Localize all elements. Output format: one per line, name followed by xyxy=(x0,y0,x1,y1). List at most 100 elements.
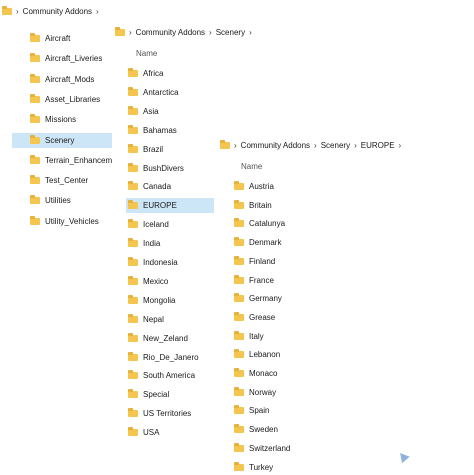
folder-item[interactable]: Catalunya xyxy=(232,216,374,231)
breadcrumb-community-addons[interactable]: Community Addons xyxy=(23,7,92,16)
folder-item[interactable]: Austria xyxy=(232,179,374,194)
breadcrumb: › Community Addons › Scenery › xyxy=(115,25,256,39)
folder-item[interactable]: Germany xyxy=(232,291,374,306)
folder-label: Bahamas xyxy=(143,125,177,135)
folder-item[interactable]: Denmark xyxy=(232,235,374,250)
folder-item[interactable]: US Territories xyxy=(126,406,214,421)
breadcrumb-europe[interactable]: EUROPE xyxy=(361,141,395,150)
folder-label: BushDivers xyxy=(143,163,184,173)
folder-icon xyxy=(234,181,244,190)
folder-item[interactable]: BushDivers xyxy=(126,161,214,176)
window-europe: › Community Addons › Scenery › EUROPE › … xyxy=(216,134,474,474)
folder-label: South America xyxy=(143,371,196,381)
folder-icon xyxy=(220,139,230,149)
folder-item[interactable]: Bahamas xyxy=(126,123,214,138)
folder-icon xyxy=(128,313,138,323)
folder-item[interactable]: USA xyxy=(126,425,214,440)
column-header-name[interactable]: Name xyxy=(136,49,157,58)
folder-item[interactable]: Sweden xyxy=(232,422,374,437)
folder-icon xyxy=(234,218,244,228)
folder-label: Scenery xyxy=(45,135,75,145)
folder-icon xyxy=(128,389,138,399)
folder-icon xyxy=(234,274,244,284)
breadcrumb-community-addons[interactable]: Community Addons xyxy=(136,28,205,37)
folder-icon xyxy=(30,33,40,42)
folder-icon xyxy=(128,68,138,77)
folder-item[interactable]: Asia xyxy=(126,104,214,119)
folder-icon xyxy=(30,93,40,103)
folder-item[interactable]: Finland xyxy=(232,254,374,269)
folder-item[interactable]: Canada xyxy=(126,179,214,194)
folder-icon xyxy=(30,195,40,205)
folder-icon xyxy=(128,332,138,342)
folder-item[interactable]: Antarctica xyxy=(126,85,214,100)
folder-item[interactable]: Britain xyxy=(232,198,374,213)
folder-item[interactable]: South America xyxy=(126,368,214,383)
folder-item[interactable]: Italy xyxy=(232,329,374,344)
folder-label: Monaco xyxy=(249,369,278,378)
folder-icon xyxy=(128,181,138,191)
folder-icon xyxy=(128,351,138,361)
folder-label: Turkey xyxy=(249,462,274,472)
folder-item[interactable]: Rio_De_Janero xyxy=(126,350,214,365)
folder-label: Britain xyxy=(249,200,272,210)
folder-item[interactable]: Switzerland xyxy=(232,441,374,456)
folder-item[interactable]: India xyxy=(126,236,214,251)
folder-label: USA xyxy=(143,428,160,438)
folder-item[interactable]: Special xyxy=(126,387,214,402)
chevron-right-icon: › xyxy=(314,140,317,150)
folder-item[interactable]: Norway xyxy=(232,385,374,400)
folder-icon xyxy=(128,143,138,153)
chevron-right-icon: › xyxy=(354,140,357,150)
folder-label: Norway xyxy=(249,387,277,397)
folder-label: Catalunya xyxy=(249,219,286,229)
folder-icon xyxy=(234,199,244,209)
folder-icon xyxy=(128,219,138,229)
folder-item[interactable]: Nepal xyxy=(126,312,214,327)
folder-label: Iceland xyxy=(143,220,169,230)
folder-item[interactable]: Mongolia xyxy=(126,293,214,308)
folder-item[interactable]: Lebanon xyxy=(232,347,374,362)
folder-item[interactable]: EUROPE xyxy=(126,198,214,214)
folder-label: Brazil xyxy=(143,144,164,154)
folder-item[interactable]: Grease xyxy=(232,310,374,325)
folder-item[interactable]: Spain xyxy=(232,403,374,418)
folder-item[interactable]: New_Zeland xyxy=(126,331,214,346)
folder-item[interactable]: Brazil xyxy=(126,142,214,157)
folder-icon xyxy=(30,73,40,83)
column-header-name[interactable]: Name xyxy=(241,162,262,171)
folder-icon xyxy=(234,461,244,471)
chevron-right-icon: › xyxy=(234,140,237,150)
folder-item[interactable]: Africa xyxy=(126,66,214,81)
folder-icon xyxy=(30,53,40,63)
folder-icon xyxy=(234,424,244,434)
window-community-addons: › Community Addons › Aircraft Aircraft_Li… xyxy=(0,0,136,250)
folder-item[interactable]: Turkey xyxy=(232,460,374,475)
folder-label: Mexico xyxy=(143,276,169,286)
folder-label: US Territories xyxy=(143,409,192,419)
folder-label: India xyxy=(143,239,161,249)
folder-label: Denmark xyxy=(249,238,282,248)
folder-label: France xyxy=(249,275,274,285)
folder-icon xyxy=(128,408,138,418)
folder-label: New_Zeland xyxy=(143,333,188,343)
folder-item[interactable]: Mexico xyxy=(126,274,214,289)
chevron-right-icon: › xyxy=(129,27,132,37)
folder-icon xyxy=(234,405,244,415)
folder-item[interactable]: Indonesia xyxy=(126,255,214,270)
folder-icon xyxy=(234,442,244,452)
breadcrumb-scenery[interactable]: Scenery xyxy=(216,28,245,37)
folder-label: Africa xyxy=(143,69,164,78)
breadcrumb-scenery[interactable]: Scenery xyxy=(321,141,350,150)
folder-label: Grease xyxy=(249,312,276,322)
folder-icon xyxy=(2,5,12,15)
folder-item[interactable]: Monaco xyxy=(232,366,374,381)
folder-label: Austria xyxy=(249,182,274,191)
folder-icon xyxy=(234,293,244,303)
chevron-right-icon: › xyxy=(96,6,99,16)
breadcrumb-community-addons[interactable]: Community Addons xyxy=(241,141,310,150)
chevron-right-icon: › xyxy=(249,27,252,37)
folder-icon xyxy=(234,386,244,396)
folder-item[interactable]: France xyxy=(232,273,374,288)
folder-item[interactable]: Iceland xyxy=(126,217,214,232)
